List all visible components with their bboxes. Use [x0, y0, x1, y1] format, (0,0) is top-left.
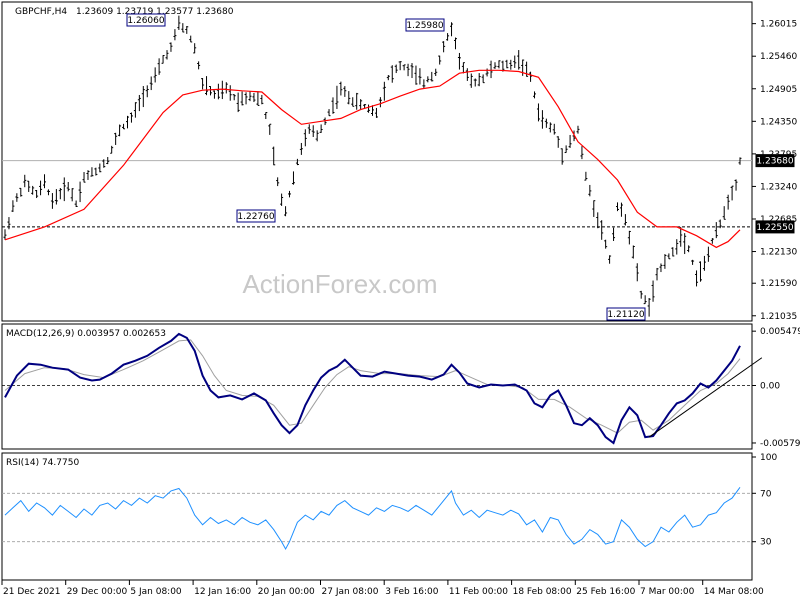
price-tick-label: 1.25460: [760, 52, 797, 62]
macd-axis: 0.005479 0.00 -0.005794: [752, 327, 800, 449]
macd-label: MACD(12,26,9) 0.003957 0.002653: [6, 329, 166, 339]
macd-line: [4, 332, 741, 445]
time-tick-label: 3 Feb 16:00: [385, 587, 439, 597]
current-price-label: 1.23680: [756, 157, 793, 167]
rsi-label: RSI(14) 74.7750: [6, 458, 79, 468]
price-reference-lines: [2, 160, 752, 228]
price-tick-label: 1.24350: [760, 117, 797, 127]
time-tick-label: 5 Jan 08:00: [130, 587, 182, 597]
macd-panel-frame: [1, 323, 753, 450]
rsi-tick-label: 70: [760, 489, 772, 499]
time-tick-label: 14 Mar 08:00: [704, 587, 764, 597]
price-tick-label: 1.21590: [760, 279, 797, 289]
rsi-panel: RSI(14) 74.7750 100 70 30: [1, 452, 777, 581]
macd-tick-label: -0.005794: [760, 439, 800, 449]
rsi-lines: [2, 487, 752, 551]
time-tick-label: 20 Jan 00:00: [258, 587, 315, 597]
time-tick-label: 18 Feb 08:00: [513, 587, 572, 597]
watermark: ActionForex.com: [242, 269, 437, 299]
time-tick-label: 21 Dec 2021: [3, 587, 61, 597]
time-tick-label: 27 Jan 08:00: [322, 587, 379, 597]
rsi-axis: 100 70 30: [752, 453, 777, 548]
macd-signal-line: [4, 339, 741, 434]
price-tick-label: 1.24905: [760, 85, 797, 95]
macd-trendline: [648, 357, 763, 438]
macd-lines: [2, 332, 763, 445]
price-tick-label: 1.23240: [760, 182, 797, 192]
time-axis: 21 Dec 2021 29 Dec 00:00 5 Jan 08:00 12 Jan…: [1, 580, 764, 597]
time-tick-label: 11 Feb 00:00: [449, 587, 508, 597]
macd-tick-label: 0.00: [760, 382, 780, 392]
price-axis: 1.260151.254601.249051.243501.237951.232…: [752, 20, 797, 322]
rsi-line: [4, 487, 741, 551]
macd-tick-label: 0.005479: [760, 327, 800, 337]
chart-canvas: GBPCHF,H4 1.23609 1.23719 1.23577 1.2368…: [1, 1, 800, 597]
time-tick-label: 29 Dec 00:00: [67, 587, 128, 597]
macd-panel: MACD(12,26,9) 0.003957 0.002653 0.005479…: [1, 323, 800, 450]
time-tick-label: 7 Mar 00:00: [640, 587, 695, 597]
price-panel: GBPCHF,H4 1.23609 1.23719 1.23577 1.2368…: [1, 1, 797, 322]
rsi-panel-frame: [1, 452, 753, 581]
rsi-tick-label: 30: [760, 538, 772, 548]
moving-average-line: [4, 69, 741, 249]
price-annotation-1-25980: 1.25980: [406, 21, 443, 31]
price-tick-label: 1.21035: [760, 312, 797, 322]
moving-average: [4, 69, 741, 249]
price-annotation-1-22760: 1.22760: [237, 212, 274, 222]
rsi-tick-label: 100: [760, 453, 777, 463]
price-annotation-1-21120: 1.21120: [607, 310, 644, 320]
symbol-label: GBPCHF,H4: [15, 7, 67, 17]
price-annotations: 1.26060 1.25980 1.22760 1.21120 1.23680 1.225…: [126, 13, 795, 321]
time-tick-label: 25 Feb 16:00: [576, 587, 635, 597]
support-line-label: 1.22550: [756, 223, 793, 233]
price-tick-label: 1.22130: [760, 248, 797, 258]
price-tick-label: 1.26015: [760, 20, 797, 30]
price-annotation-1-26060: 1.26060: [127, 16, 164, 26]
time-tick-label: 12 Jan 16:00: [194, 587, 251, 597]
